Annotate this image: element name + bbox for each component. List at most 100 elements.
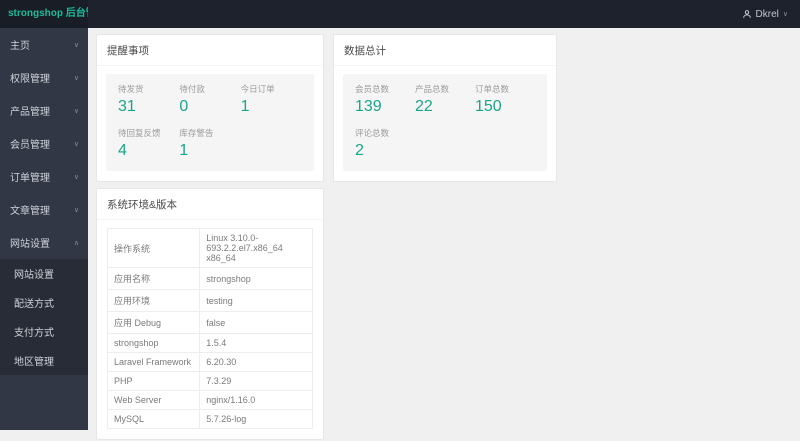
row-value: false	[199, 311, 313, 334]
stat: 库存警告 1	[179, 127, 240, 160]
sidebar-item-label: 产品管理	[10, 107, 50, 118]
sidebar-item-label: 会员管理	[10, 140, 50, 151]
table-row: strongshop 1.5.4	[106, 333, 313, 353]
row-value: nginx/1.16.0	[199, 390, 313, 410]
sidebar-item[interactable]: 文章管理 ∨	[0, 193, 88, 226]
chevron-up-icon: ∧	[73, 239, 79, 247]
chevron-down-icon: ∨	[73, 74, 79, 82]
sidebar-item[interactable]: 产品管理 ∨	[0, 94, 88, 127]
row-label: Web Server	[106, 390, 201, 410]
sidebar-item-label: 配送方式	[14, 299, 54, 310]
top-nav	[88, 0, 192, 28]
row-value: Linux 3.10.0-693.2.2.el7.x86_64 x86_64	[199, 228, 313, 268]
nav-item[interactable]	[140, 0, 166, 28]
stat-label: 待发货	[118, 84, 144, 94]
sidebar-item-label: 网站设置	[14, 270, 54, 281]
nav-item[interactable]	[166, 0, 192, 28]
topbar: strongshop 后台管理 Dkrel ∨	[0, 0, 800, 28]
sidebar-item[interactable]: 会员管理 ∨	[0, 127, 88, 160]
table-row: Web Server nginx/1.16.0	[106, 390, 313, 410]
stat: 产品总数 22	[415, 83, 475, 116]
sidebar-item[interactable]: 权限管理 ∨	[0, 61, 88, 94]
system-table: 操作系统 Linux 3.10.0-693.2.2.el7.x86_64 x86…	[106, 228, 313, 429]
stat-label: 评论总数	[355, 128, 390, 138]
stat-label: 待付款	[179, 84, 205, 94]
table-row: 操作系统 Linux 3.10.0-693.2.2.el7.x86_64 x86…	[106, 228, 313, 268]
sidebar-item[interactable]: 地区管理	[0, 346, 88, 375]
table-row: Laravel Framework 6.20.30	[106, 352, 313, 372]
system-card: 系统环境&版本 操作系统 Linux 3.10.0-693.2.2.el7.x8…	[96, 188, 324, 440]
stat-value: 150	[475, 98, 502, 115]
stat-label: 库存警告	[179, 128, 214, 138]
chevron-down-icon: ∨	[73, 206, 79, 214]
row-value: 7.3.29	[199, 371, 313, 391]
nav-item[interactable]	[114, 0, 140, 28]
stat-value: 4	[118, 142, 127, 159]
user-menu[interactable]: Dkrel ∨	[734, 9, 800, 20]
sidebar-item[interactable]: 主页 ∨	[0, 28, 88, 61]
stat: 今日订单 1	[241, 83, 302, 116]
row-label: Laravel Framework	[106, 352, 201, 372]
reminders-card-title: 提醒事项	[97, 35, 323, 66]
stat-value: 22	[415, 98, 433, 115]
row-value: strongshop	[199, 267, 313, 290]
sidebar-item-label: 权限管理	[10, 74, 50, 85]
row-label: 操作系统	[106, 228, 201, 268]
stat-value: 2	[355, 142, 364, 159]
row-label: 应用名称	[106, 267, 201, 290]
table-row: PHP 7.3.29	[106, 371, 313, 391]
stat-value: 31	[118, 98, 136, 115]
topbar-right: Dkrel ∨	[690, 0, 800, 28]
stat-value: 1	[240, 98, 250, 115]
sidebar-item-label: 支付方式	[14, 328, 54, 339]
sidebar-item-label: 文章管理	[10, 206, 50, 217]
stat: 待付款 0	[179, 83, 240, 116]
user-icon	[742, 9, 752, 19]
table-row: 应用 Debug false	[106, 311, 313, 334]
row-value: 5.7.26-log	[199, 409, 313, 429]
stat-label: 会员总数	[355, 84, 390, 94]
sidebar-item[interactable]: 网站设置	[0, 259, 88, 288]
stat-value: 139	[355, 98, 382, 115]
row-label: 应用环境	[106, 289, 201, 312]
stat: 会员总数 139	[355, 83, 415, 116]
chevron-down-icon: ∨	[73, 107, 79, 115]
stat-value: 1	[179, 142, 189, 159]
row-value: 6.20.30	[199, 352, 313, 372]
sidebar-item[interactable]: 订单管理 ∨	[0, 160, 88, 193]
reminders-card: 提醒事项 待发货 31 待付款 0 今日订单 1 待回复反馈 4 库存警告 1	[96, 34, 324, 182]
user-name: Dkrel	[755, 8, 779, 20]
reminders-stats: 待发货 31 待付款 0 今日订单 1 待回复反馈 4 库存警告 1	[106, 74, 314, 171]
chevron-down-icon: ∨	[782, 11, 788, 18]
table-row: 应用名称 strongshop	[106, 267, 313, 290]
row-value: 1.5.4	[199, 333, 313, 353]
sidebar-item[interactable]: 网站设置 ∧	[0, 226, 88, 259]
system-card-title: 系统环境&版本	[97, 189, 323, 220]
app-logo[interactable]: strongshop 后台管理	[0, 0, 88, 28]
table-row: MySQL 5.7.26-log	[106, 409, 313, 429]
sidebar-item-label: 主页	[10, 41, 30, 52]
nav-item[interactable]	[88, 0, 114, 28]
sidebar-item-label: 地区管理	[14, 357, 54, 368]
stat-label: 今日订单	[240, 84, 275, 94]
totals-stats: 会员总数 139 产品总数 22 订单总数 150 评论总数 2	[343, 74, 547, 171]
stat-label: 订单总数	[475, 84, 510, 94]
stat-label: 待回复反馈	[118, 128, 161, 138]
stat-label: 产品总数	[415, 84, 450, 94]
stat-value: 0	[179, 98, 189, 115]
row-label: MySQL	[106, 409, 201, 429]
stat: 待回复反馈 4	[118, 127, 179, 160]
chevron-down-icon: ∨	[73, 41, 79, 49]
row-label: 应用 Debug	[106, 311, 201, 334]
chevron-down-icon: ∨	[73, 173, 79, 181]
sidebar-item[interactable]: 配送方式	[0, 288, 88, 317]
totals-card-title: 数据总计	[334, 35, 556, 66]
stat: 订单总数 150	[475, 83, 535, 116]
sidebar-item[interactable]: 支付方式	[0, 317, 88, 346]
sidebar-item-label: 网站设置	[10, 239, 50, 250]
sidebar: 主页 ∨ 权限管理 ∨ 产品管理 ∨ 会员管理 ∨ 订单管理 ∨ 文章管理 ∨ …	[0, 28, 88, 430]
sidebar-item-label: 订单管理	[10, 173, 50, 184]
row-label: strongshop	[106, 333, 201, 353]
chevron-down-icon: ∨	[73, 140, 79, 148]
stat: 待发货 31	[118, 83, 179, 116]
